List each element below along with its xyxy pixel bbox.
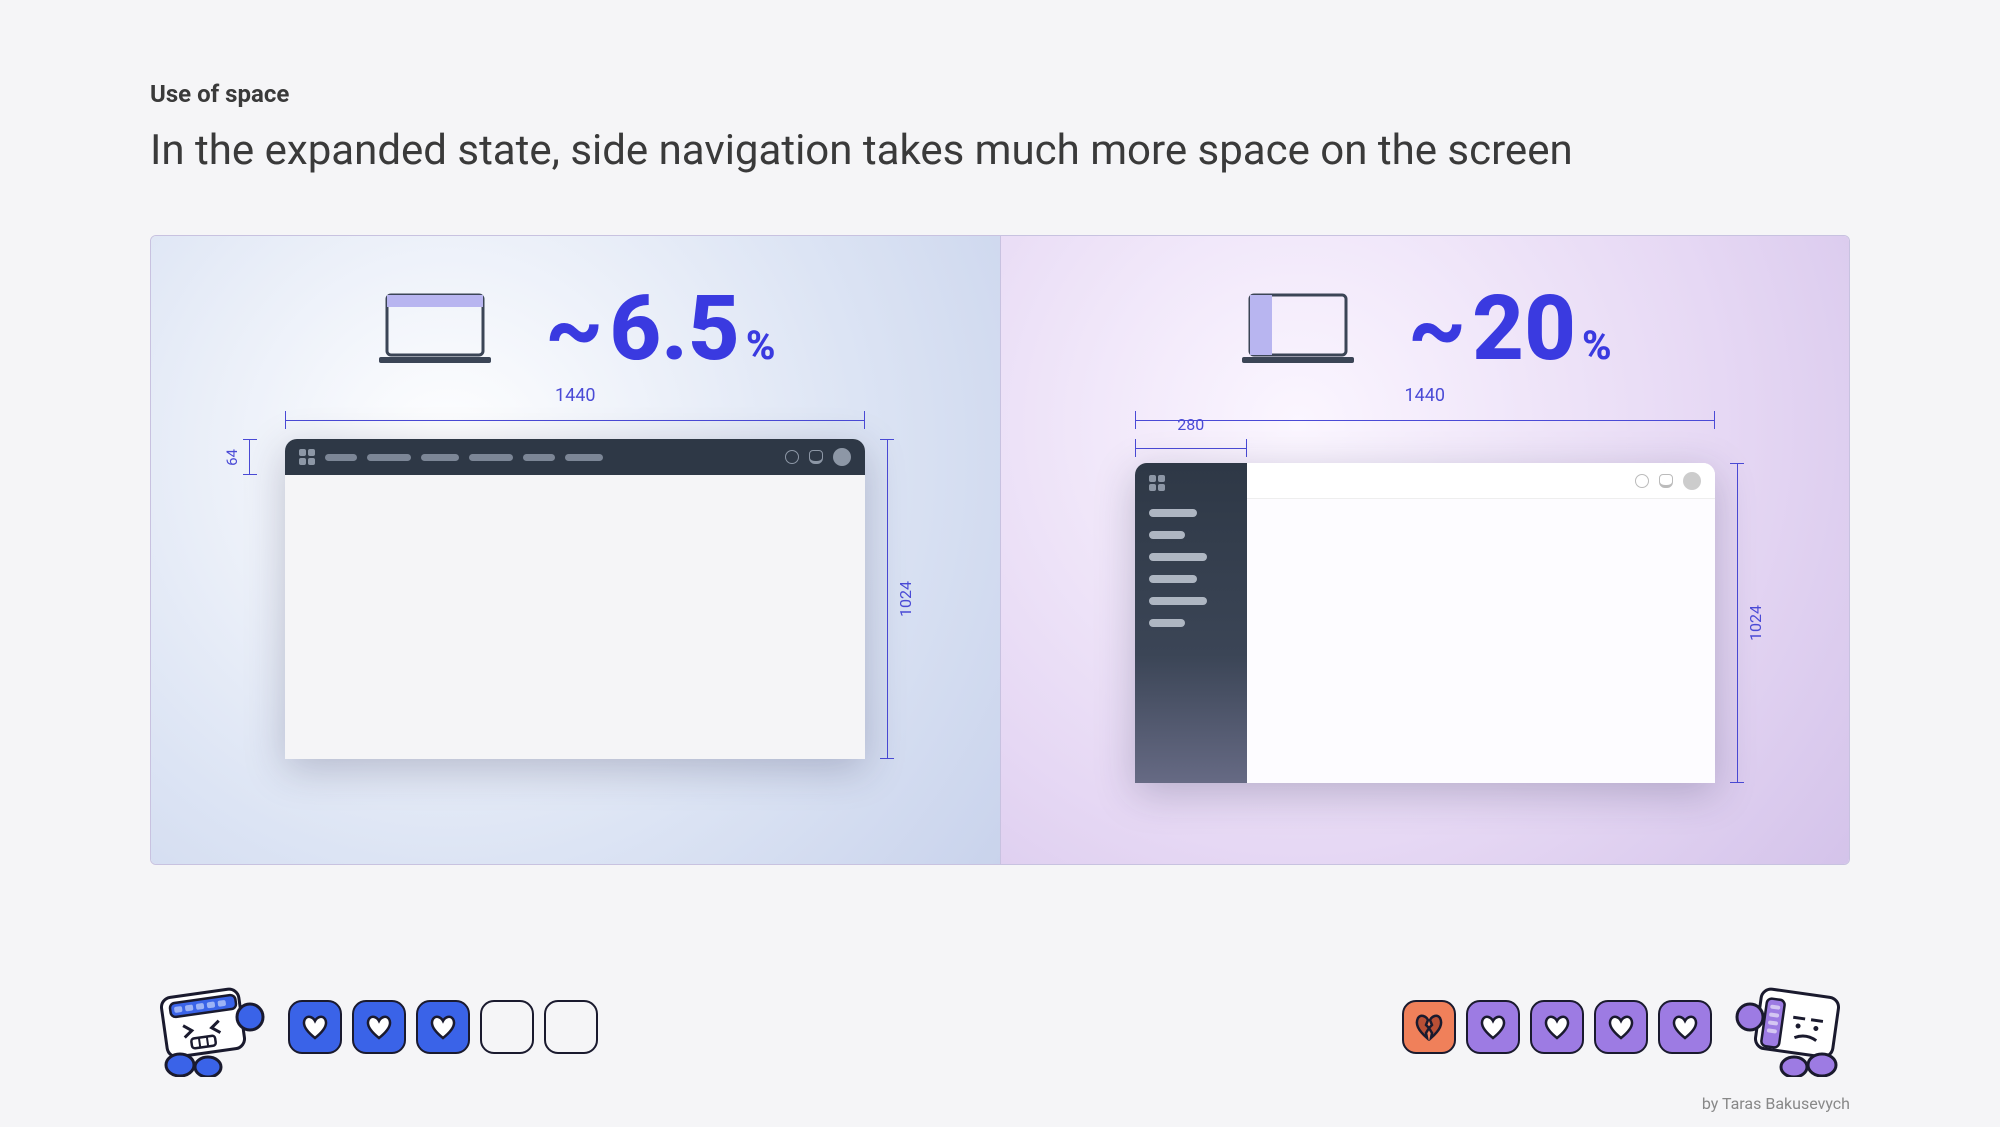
dimension-width-label: 1440: [555, 385, 595, 406]
section-headline: In the expanded state, side navigation t…: [150, 126, 1850, 175]
heart-filled: [1594, 1000, 1648, 1054]
sidenav-item: [1149, 531, 1185, 539]
panel-sidenav: ~ 20 % 1440 280 1024: [1001, 236, 1850, 864]
percent-suffix: %: [746, 322, 776, 369]
hearts-right: [1402, 1000, 1712, 1054]
mock-topnav-bar: [285, 439, 865, 475]
heart-empty: [480, 1000, 534, 1054]
bell-icon: [1659, 474, 1673, 488]
heart-broken: [1402, 1000, 1456, 1054]
dimension-width-left: 1440: [285, 411, 865, 433]
nav-item: [565, 454, 603, 461]
score-footer: [150, 977, 1850, 1077]
heart-filled: [416, 1000, 470, 1054]
dimension-height-left: 1024: [876, 439, 915, 759]
fighter-sidenav: [1402, 977, 1850, 1077]
sidenav-item: [1149, 575, 1197, 583]
bell-icon: [809, 450, 823, 464]
logo-icon: [1149, 475, 1165, 491]
stat-row-left: ~ 6.5 %: [211, 276, 940, 381]
tilde: ~: [1408, 276, 1466, 381]
percent-value: 6.5: [609, 276, 739, 381]
heart-empty: [544, 1000, 598, 1054]
stat-row-right: ~ 20 %: [1061, 276, 1790, 381]
sidenav-item: [1149, 597, 1207, 605]
stat-percent-right: ~ 20 %: [1408, 276, 1612, 381]
dimension-topnav-height: 64: [223, 439, 261, 475]
mock-sidenav-bar: [1135, 463, 1247, 783]
fighter-topnav-character-icon: [150, 977, 270, 1077]
logo-icon: [299, 449, 315, 465]
sidenav-item: [1149, 509, 1197, 517]
panel-topnav: ~ 6.5 % 1440 64 1024: [151, 236, 1001, 864]
percent-suffix: %: [1582, 322, 1612, 369]
sidenav-item: [1149, 553, 1207, 561]
heart-filled: [1530, 1000, 1584, 1054]
nav-item: [367, 454, 411, 461]
section-eyebrow: Use of space: [150, 80, 1850, 108]
dimension-height-right: 1024: [1726, 463, 1765, 783]
tilde: ~: [545, 276, 603, 381]
fighter-sidenav-character-icon: [1730, 977, 1850, 1077]
mockup-sidenav: 1024: [1135, 463, 1715, 783]
heart-filled: [288, 1000, 342, 1054]
heart-filled: [1466, 1000, 1520, 1054]
laptop-sidenav-icon: [1238, 289, 1358, 369]
fighter-topnav: [150, 977, 598, 1077]
nav-item: [523, 454, 555, 461]
nav-item: [469, 454, 513, 461]
heart-filled: [1658, 1000, 1712, 1054]
stat-percent-left: ~ 6.5 %: [545, 276, 775, 381]
dimension-width-label: 1440: [1405, 385, 1445, 406]
nav-item: [325, 454, 357, 461]
nav-item: [421, 454, 459, 461]
percent-value: 20: [1472, 276, 1576, 381]
search-icon: [1635, 474, 1649, 488]
author-credit: by Taras Bakusevych: [1702, 1094, 1850, 1113]
laptop-topnav-icon: [375, 289, 495, 369]
mockup-topnav: 64 1024: [285, 439, 865, 759]
hearts-left: [288, 1000, 598, 1054]
avatar-icon: [833, 448, 851, 466]
sidenav-item: [1149, 619, 1185, 627]
avatar-icon: [1683, 472, 1701, 490]
search-icon: [785, 450, 799, 464]
dimension-sidenav-width: 280: [1135, 439, 1247, 459]
comparison-panels: ~ 6.5 % 1440 64 1024: [150, 235, 1850, 865]
dimension-width-right: 1440: [1135, 411, 1715, 433]
mock-content-area: [1247, 463, 1715, 783]
heart-filled: [352, 1000, 406, 1054]
